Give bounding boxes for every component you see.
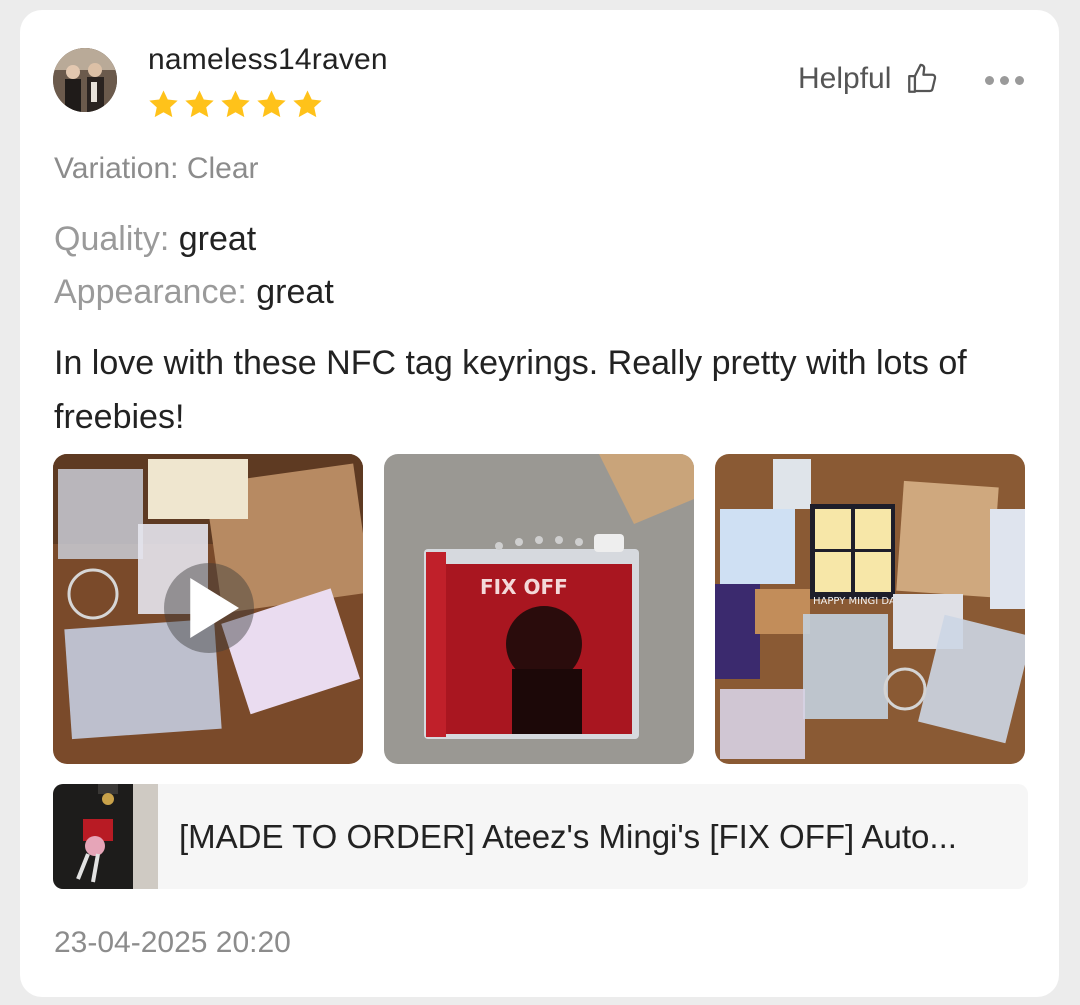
- quality-label: Quality:: [54, 220, 170, 258]
- avatar[interactable]: [53, 48, 117, 112]
- appearance-attribute: Appearance: great: [54, 273, 334, 312]
- review-card: nameless14raven Helpful Variation: Clear…: [20, 10, 1059, 997]
- helpful-label: Helpful: [798, 62, 892, 95]
- happy-mingi-day-caption: HAPPY MINGI DAY: [813, 596, 902, 607]
- review-photo[interactable]: HAPPY MINGI DAY: [715, 454, 1025, 764]
- username[interactable]: nameless14raven: [148, 43, 388, 77]
- review-photo-image: FIX OFF: [384, 454, 694, 764]
- quality-value: great: [178, 220, 257, 258]
- product-link[interactable]: [MADE TO ORDER] Ateez's Mingi's [FIX OFF…: [53, 784, 1028, 889]
- star-icon: [221, 90, 250, 118]
- more-options-button[interactable]: [985, 70, 1024, 91]
- product-title: [MADE TO ORDER] Ateez's Mingi's [FIX OFF…: [179, 817, 957, 855]
- more-dots-icon: [985, 76, 994, 85]
- more-dots-icon: [1015, 76, 1024, 85]
- more-dots-icon: [1000, 76, 1009, 85]
- star-icon: [185, 90, 214, 118]
- variation-text: Variation: Clear: [54, 152, 259, 185]
- appearance-value: great: [256, 273, 334, 311]
- play-button[interactable]: [164, 563, 254, 653]
- review-date: 23-04-2025 20:20: [54, 926, 291, 959]
- play-icon: [190, 578, 239, 638]
- star-icon: [149, 90, 178, 118]
- quality-attribute: Quality: great: [54, 220, 256, 259]
- product-thumbnail-image: [53, 784, 158, 889]
- star-icon: [293, 90, 322, 118]
- fix-off-caption: FIX OFF: [480, 575, 568, 599]
- product-thumbnail: [53, 784, 158, 889]
- review-text: In love with these NFC tag keyrings. Rea…: [54, 344, 967, 436]
- helpful-button[interactable]: Helpful: [798, 62, 939, 96]
- review-video-thumbnail[interactable]: [53, 454, 363, 764]
- star-icon: [257, 90, 286, 118]
- review-photo-image: HAPPY MINGI DAY: [715, 454, 1025, 764]
- star-rating: [147, 88, 324, 121]
- thumbs-up-icon: [908, 63, 937, 93]
- avatar-image: [53, 48, 117, 112]
- review-photo[interactable]: FIX OFF: [384, 454, 694, 764]
- appearance-label: Appearance:: [54, 273, 247, 311]
